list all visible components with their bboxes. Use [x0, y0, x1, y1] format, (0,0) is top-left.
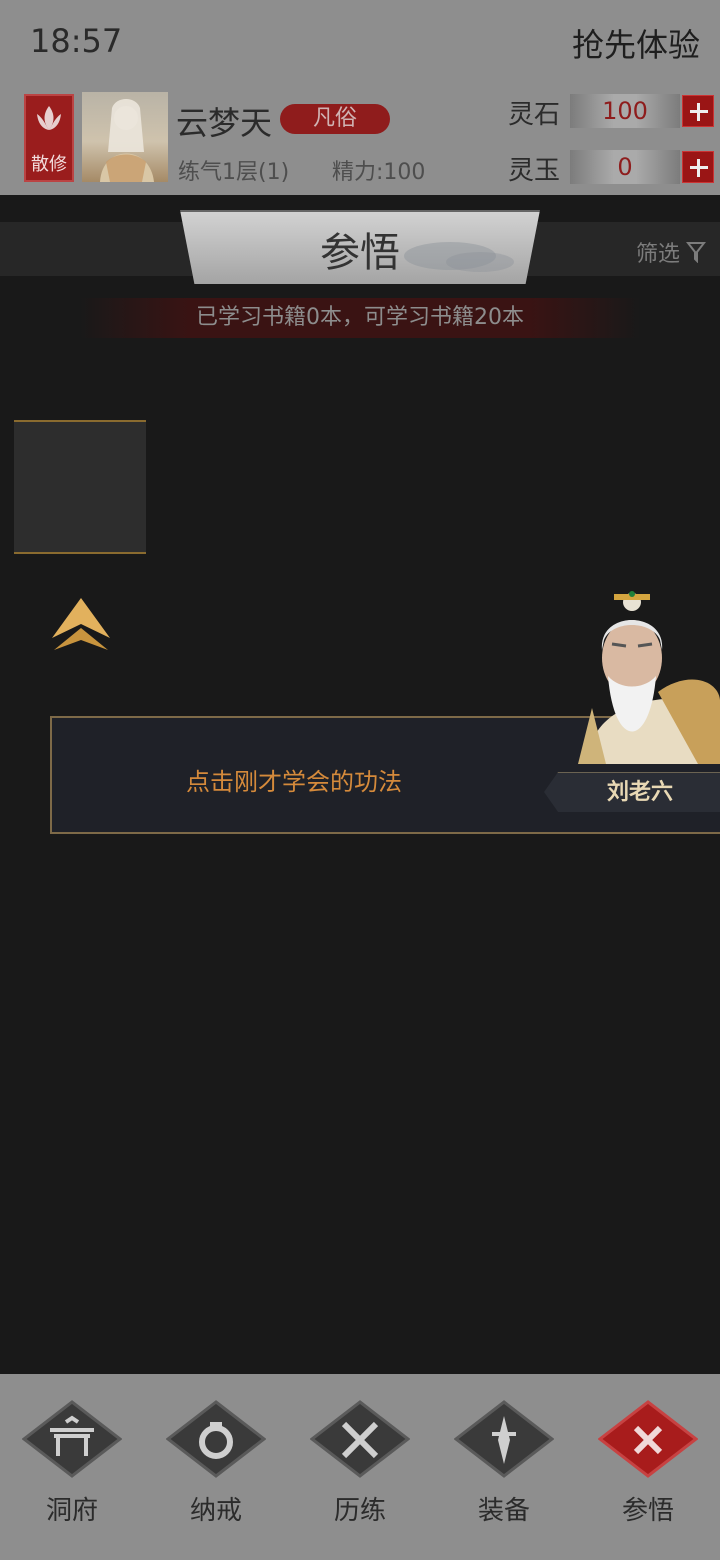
close-icon: [598, 1400, 698, 1478]
nav-item-equipment[interactable]: 装备: [432, 1374, 576, 1560]
book-slot[interactable]: [14, 420, 146, 554]
nav-item-training[interactable]: 历练: [288, 1374, 432, 1560]
add-spirit-stone-button[interactable]: [682, 95, 714, 127]
guide-arrow-icon: [52, 598, 110, 650]
status-bar: 18:57 抢先体验: [0, 0, 720, 82]
nav-label: 纳戒: [189, 1496, 242, 1526]
bottom-nav: 洞府 纳戒 历练 装备 参悟: [0, 1374, 720, 1560]
nav-item-comprehend[interactable]: 参悟: [576, 1374, 720, 1560]
nav-label: 历练: [333, 1496, 386, 1526]
crossed-swords-icon: [310, 1400, 410, 1478]
spirit-jade-label: 灵玉: [508, 156, 561, 186]
books-learned-info: 已学习书籍0本，可学习书籍20本: [80, 298, 640, 338]
nav-label: 洞府: [45, 1496, 98, 1526]
avatar[interactable]: [82, 92, 168, 182]
npc-name: 刘老六: [544, 772, 720, 812]
nav-label: 装备: [477, 1496, 530, 1526]
player-name: 云梦天: [176, 104, 273, 142]
dialog-text: 点击刚才学会的功法: [186, 768, 402, 796]
nav-item-ring[interactable]: 纳戒: [144, 1374, 288, 1560]
realm-badge: 凡俗: [280, 104, 390, 134]
spirit-stone-label: 灵石: [508, 100, 561, 130]
dagger-icon: [454, 1400, 554, 1478]
avatar-image: [100, 99, 154, 182]
nav-item-cave[interactable]: 洞府: [0, 1374, 144, 1560]
status-time: 18:57: [30, 22, 123, 60]
sect-badge[interactable]: 散修: [24, 94, 74, 182]
ring-icon: [166, 1400, 266, 1478]
spirit-jade-value: 0: [570, 150, 680, 184]
lotus-icon: [37, 106, 61, 130]
add-spirit-jade-button[interactable]: [682, 151, 714, 183]
energy-value: 精力:100: [332, 160, 426, 185]
sect-badge-label: 散修: [31, 154, 67, 175]
filter-label: 筛选: [635, 242, 680, 267]
player-header: 散修 云梦天 凡俗 练气1层(1) 精力:100 灵石 100 灵玉 0: [0, 82, 720, 195]
cultivation-level: 练气1层(1): [178, 160, 290, 185]
spirit-stone-value: 100: [570, 94, 680, 128]
early-access-button[interactable]: 抢先体验: [572, 20, 700, 66]
filter-button[interactable]: 筛选: [636, 236, 706, 268]
filter-icon: [686, 242, 706, 263]
nav-label: 参悟: [621, 1496, 674, 1526]
tab-title: 参悟: [320, 230, 400, 276]
gate-icon: [22, 1400, 122, 1478]
npc-portrait: [578, 591, 720, 764]
